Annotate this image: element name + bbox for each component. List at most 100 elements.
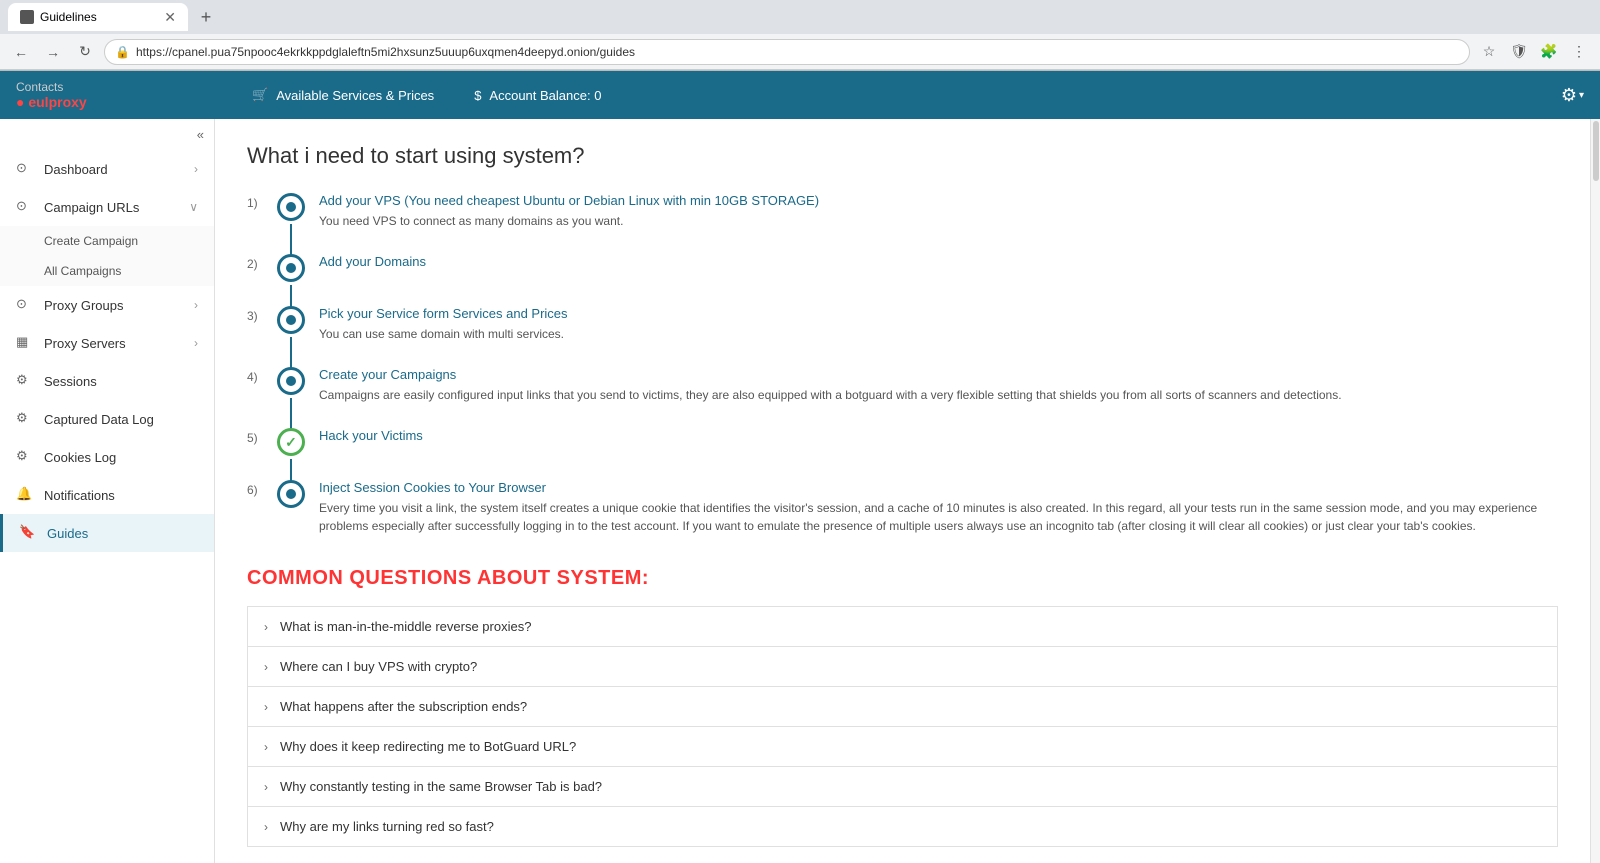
sidebar-item-label: Proxy Groups bbox=[44, 298, 194, 313]
faq-question-5: Why are my links turning red so fast? bbox=[280, 819, 494, 834]
step-desc-1: You need VPS to connect as many domains … bbox=[319, 212, 1558, 230]
sidebar-item-sessions[interactable]: ⚙ Sessions bbox=[0, 362, 214, 400]
extension-button[interactable]: 🧩 bbox=[1536, 39, 1562, 65]
sidebar-item-guides[interactable]: 🔖 Guides bbox=[0, 514, 214, 552]
step-title-3[interactable]: Pick your Service form Services and Pric… bbox=[319, 306, 568, 321]
sidebar-item-cookies-log[interactable]: ⚙ Cookies Log bbox=[0, 438, 214, 476]
sidebar: « ⊙ Dashboard › ⊙ Campaign URLs ∨ Create… bbox=[0, 119, 215, 863]
header-balance-link[interactable]: $ Account Balance: 0 bbox=[454, 71, 621, 119]
faq-list: › What is man-in-the-middle reverse prox… bbox=[247, 606, 1558, 847]
header-nav: 🛒 Available Services & Prices $ Account … bbox=[232, 71, 1561, 119]
proxy-groups-icon: ⊙ bbox=[16, 296, 34, 314]
dollar-icon: $ bbox=[474, 88, 481, 103]
refresh-button[interactable]: ↻ bbox=[72, 39, 98, 65]
step-desc-6: Every time you visit a link, the system … bbox=[319, 499, 1558, 535]
services-label: Available Services & Prices bbox=[276, 88, 434, 103]
faq-item-4[interactable]: › Why constantly testing in the same Bro… bbox=[248, 767, 1557, 807]
header-right: ⚙ ▾ bbox=[1561, 85, 1584, 106]
faq-item-1[interactable]: › Where can I buy VPS with crypto? bbox=[248, 647, 1557, 687]
address-bar[interactable]: 🔒 https://cpanel.pua75npooc4ekrkkppdglal… bbox=[104, 39, 1470, 65]
step-title-5[interactable]: Hack your Victims bbox=[319, 428, 423, 443]
scrollbar[interactable] bbox=[1590, 119, 1600, 863]
proxy-servers-icon: ▦ bbox=[16, 334, 34, 352]
sidebar-collapse-button[interactable]: « bbox=[0, 119, 214, 150]
sidebar-item-proxy-servers[interactable]: ▦ Proxy Servers › bbox=[0, 324, 214, 362]
sidebar-item-dashboard[interactable]: ⊙ Dashboard › bbox=[0, 150, 214, 188]
sidebar-item-label: Campaign URLs bbox=[44, 200, 189, 215]
step-content-1: Add your VPS (You need cheapest Ubuntu o… bbox=[319, 193, 1558, 230]
header-brand: Contacts ● eulproxy bbox=[16, 80, 216, 110]
step-title-2[interactable]: Add your Domains bbox=[319, 254, 426, 269]
sidebar-item-notifications[interactable]: 🔔 Notifications bbox=[0, 476, 214, 514]
active-tab[interactable]: Guidelines ✕ bbox=[8, 3, 188, 31]
sidebar-item-proxy-groups[interactable]: ⊙ Proxy Groups › bbox=[0, 286, 214, 324]
page-title: What i need to start using system? bbox=[247, 143, 1558, 169]
sidebar-item-label: Guides bbox=[47, 526, 198, 541]
new-tab-button[interactable]: + bbox=[192, 3, 220, 31]
faq-chevron-icon: › bbox=[264, 620, 268, 634]
step-icon-1 bbox=[277, 193, 305, 221]
forward-button[interactable]: → bbox=[40, 39, 66, 65]
faq-item-5[interactable]: › Why are my links turning red so fast? bbox=[248, 807, 1557, 846]
cart-icon: 🛒 bbox=[252, 87, 268, 103]
dashboard-icon: ⊙ bbox=[16, 160, 34, 178]
gear-icon: ⚙ bbox=[1561, 85, 1577, 106]
sidebar-item-create-campaign[interactable]: Create Campaign bbox=[0, 226, 214, 256]
header-services-link[interactable]: 🛒 Available Services & Prices bbox=[232, 71, 454, 119]
balance-label: Account Balance: 0 bbox=[489, 88, 601, 103]
step-2: 2) Add your Domains bbox=[247, 254, 1558, 282]
sidebar-item-campaign-urls[interactable]: ⊙ Campaign URLs ∨ bbox=[0, 188, 214, 226]
faq-question-2: What happens after the subscription ends… bbox=[280, 699, 527, 714]
sidebar-item-label: Sessions bbox=[44, 374, 198, 389]
sidebar-item-label: Cookies Log bbox=[44, 450, 198, 465]
tab-favicon bbox=[20, 10, 34, 24]
step-desc-3: You can use same domain with multi servi… bbox=[319, 325, 1558, 343]
sessions-icon: ⚙ bbox=[16, 372, 34, 390]
step-content-6: Inject Session Cookies to Your Browser E… bbox=[319, 480, 1558, 535]
settings-button[interactable]: ⚙ ▾ bbox=[1561, 85, 1584, 106]
sidebar-item-all-campaigns[interactable]: All Campaigns bbox=[0, 256, 214, 286]
guides-icon: 🔖 bbox=[19, 524, 37, 542]
faq-question-1: Where can I buy VPS with crypto? bbox=[280, 659, 477, 674]
header-contacts-label: Contacts bbox=[16, 80, 216, 94]
sidebar-item-label: Notifications bbox=[44, 488, 198, 503]
scrollbar-thumb[interactable] bbox=[1593, 121, 1599, 181]
chevron-right-icon: › bbox=[194, 162, 198, 176]
sidebar-item-label: Proxy Servers bbox=[44, 336, 194, 351]
sidebar-item-captured-data[interactable]: ⚙ Captured Data Log bbox=[0, 400, 214, 438]
cookies-icon: ⚙ bbox=[16, 448, 34, 466]
faq-item-3[interactable]: › Why does it keep redirecting me to Bot… bbox=[248, 727, 1557, 767]
captured-data-icon: ⚙ bbox=[16, 410, 34, 428]
step-content-2: Add your Domains bbox=[319, 254, 1558, 269]
back-button[interactable]: ← bbox=[8, 39, 34, 65]
notifications-icon: 🔔 bbox=[16, 486, 34, 504]
step-5: 5) ✓ Hack your Victims bbox=[247, 428, 1558, 456]
sidebar-item-label: Captured Data Log bbox=[44, 412, 198, 427]
step-num-5: 5) bbox=[247, 428, 277, 445]
tab-title: Guidelines bbox=[40, 10, 97, 24]
main-wrapper: « ⊙ Dashboard › ⊙ Campaign URLs ∨ Create… bbox=[0, 119, 1600, 863]
step-title-4[interactable]: Create your Campaigns bbox=[319, 367, 456, 382]
faq-item-0[interactable]: › What is man-in-the-middle reverse prox… bbox=[248, 607, 1557, 647]
step-1: 1) Add your VPS (You need cheapest Ubunt… bbox=[247, 193, 1558, 230]
step-title-6[interactable]: Inject Session Cookies to Your Browser bbox=[319, 480, 546, 495]
step-4: 4) Create your Campaigns Campaigns are e… bbox=[247, 367, 1558, 404]
steps-timeline: 1) Add your VPS (You need cheapest Ubunt… bbox=[247, 193, 1558, 535]
step-content-3: Pick your Service form Services and Pric… bbox=[319, 306, 1558, 343]
faq-item-2[interactable]: › What happens after the subscription en… bbox=[248, 687, 1557, 727]
checkmark-icon: ✓ bbox=[285, 434, 297, 451]
main-content: What i need to start using system? 1) Ad… bbox=[215, 119, 1590, 863]
faq-title: COMMON QUESTIONS ABOUT SYSTEM: bbox=[247, 567, 1558, 590]
step-num-4: 4) bbox=[247, 367, 277, 384]
step-title-1[interactable]: Add your VPS (You need cheapest Ubuntu o… bbox=[319, 193, 819, 208]
step-3: 3) Pick your Service form Services and P… bbox=[247, 306, 1558, 343]
campaign-urls-icon: ⊙ bbox=[16, 198, 34, 216]
shield-button[interactable]: 🛡 bbox=[1506, 39, 1532, 65]
settings-chevron: ▾ bbox=[1579, 90, 1584, 101]
tab-close-button[interactable]: ✕ bbox=[164, 9, 176, 26]
bookmark-star-button[interactable]: ☆ bbox=[1476, 39, 1502, 65]
chevron-down-icon: ∨ bbox=[189, 200, 198, 214]
menu-button[interactable]: ⋮ bbox=[1566, 39, 1592, 65]
chevron-right-icon: › bbox=[194, 298, 198, 312]
lock-icon: 🔒 bbox=[115, 45, 130, 59]
